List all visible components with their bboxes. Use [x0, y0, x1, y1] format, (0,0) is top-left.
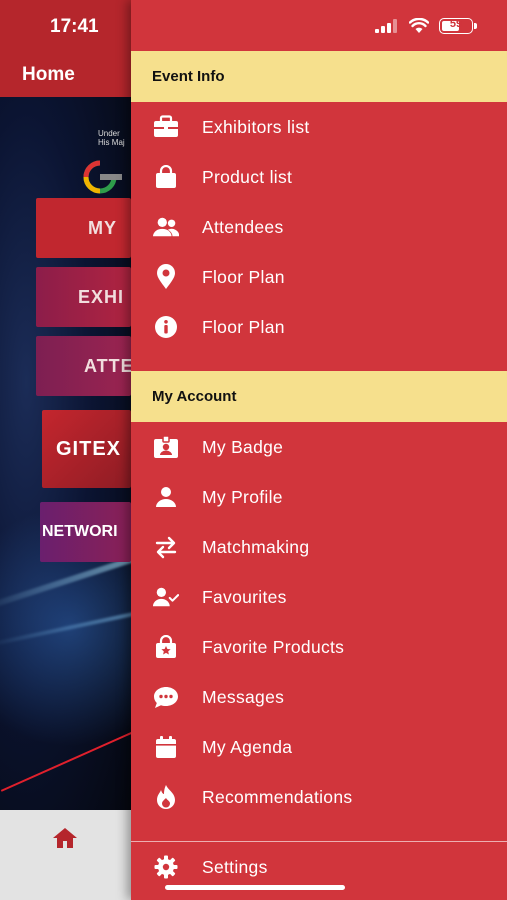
- page-title: Home: [22, 64, 75, 85]
- menu-item-label: My Profile: [202, 486, 283, 507]
- menu-item-floor-plan-info[interactable]: Floor Plan: [131, 302, 507, 352]
- menu-item-label: Exhibitors list: [202, 116, 310, 137]
- app-header: 17:41 Home: [0, 0, 131, 97]
- swap-arrows-icon: [153, 534, 179, 560]
- battery-icon: 59: [439, 18, 477, 34]
- menu-item-label: Recommendations: [202, 786, 353, 807]
- shopping-bag-icon: [153, 164, 179, 190]
- home-button-my[interactable]: MY: [36, 198, 131, 258]
- menu-item-label: Settings: [202, 856, 268, 877]
- menu-item-product-list[interactable]: Product list: [131, 152, 507, 202]
- menu-item-label: Matchmaking: [202, 536, 310, 557]
- user-check-icon: [153, 584, 179, 610]
- hero-caption: Under His Maj: [98, 129, 125, 147]
- fire-icon: [153, 784, 179, 810]
- chat-bubble-icon: [153, 684, 179, 710]
- section-header-event-info: Event Info: [131, 51, 507, 102]
- tab-bar: [0, 810, 131, 900]
- menu-item-label: Messages: [202, 686, 285, 707]
- menu-item-attendees[interactable]: Attendees: [131, 202, 507, 252]
- section-header-my-account: My Account: [131, 371, 507, 422]
- favorite-bag-icon: [153, 634, 179, 660]
- navigation-drawer: 59 Event Info Exhibitors list Product li…: [131, 0, 507, 900]
- badge-icon: [153, 434, 179, 460]
- menu-item-label: Attendees: [202, 216, 284, 237]
- menu-item-favorite-products[interactable]: Favorite Products: [131, 622, 507, 672]
- home-button-gitex[interactable]: GITEX: [42, 410, 131, 488]
- menu-item-matchmaking[interactable]: Matchmaking: [131, 522, 507, 572]
- menu-item-label: Favorite Products: [202, 636, 345, 657]
- menu-item-label: Floor Plan: [202, 316, 285, 337]
- gear-icon: [153, 854, 179, 880]
- menu-item-label: Favourites: [202, 586, 287, 607]
- menu-item-recommendations[interactable]: Recommendations: [131, 772, 507, 822]
- status-indicators: 59: [375, 18, 477, 34]
- home-tab-icon[interactable]: [52, 827, 78, 849]
- home-indicator[interactable]: [165, 885, 345, 890]
- menu-item-label: Floor Plan: [202, 266, 285, 287]
- home-button-networking[interactable]: NETWORI: [40, 502, 131, 562]
- user-icon: [153, 484, 179, 510]
- menu-item-messages[interactable]: Messages: [131, 672, 507, 722]
- wifi-icon: [409, 18, 429, 33]
- menu-item-label: Product list: [202, 166, 293, 187]
- menu-item-my-agenda[interactable]: My Agenda: [131, 722, 507, 772]
- info-icon: [153, 314, 179, 340]
- menu-item-exhibitors-list[interactable]: Exhibitors list: [131, 102, 507, 152]
- home-button-exhibitors[interactable]: EXHI: [36, 267, 131, 327]
- calendar-icon: [153, 734, 179, 760]
- event-logo-icon: [83, 160, 122, 194]
- users-icon: [153, 214, 179, 240]
- menu-item-favourites[interactable]: Favourites: [131, 572, 507, 622]
- menu-item-label: My Badge: [202, 436, 284, 457]
- menu-item-my-profile[interactable]: My Profile: [131, 472, 507, 522]
- status-time: 17:41: [50, 16, 99, 37]
- menu-item-my-badge[interactable]: My Badge: [131, 422, 507, 472]
- home-button-attendees[interactable]: ATTE: [36, 336, 131, 396]
- menu-item-label: My Agenda: [202, 736, 293, 757]
- briefcase-icon: [153, 114, 179, 140]
- menu-item-floor-plan[interactable]: Floor Plan: [131, 252, 507, 302]
- battery-level: 59: [449, 18, 463, 30]
- cellular-signal-icon: [375, 19, 397, 33]
- map-pin-icon: [153, 264, 179, 290]
